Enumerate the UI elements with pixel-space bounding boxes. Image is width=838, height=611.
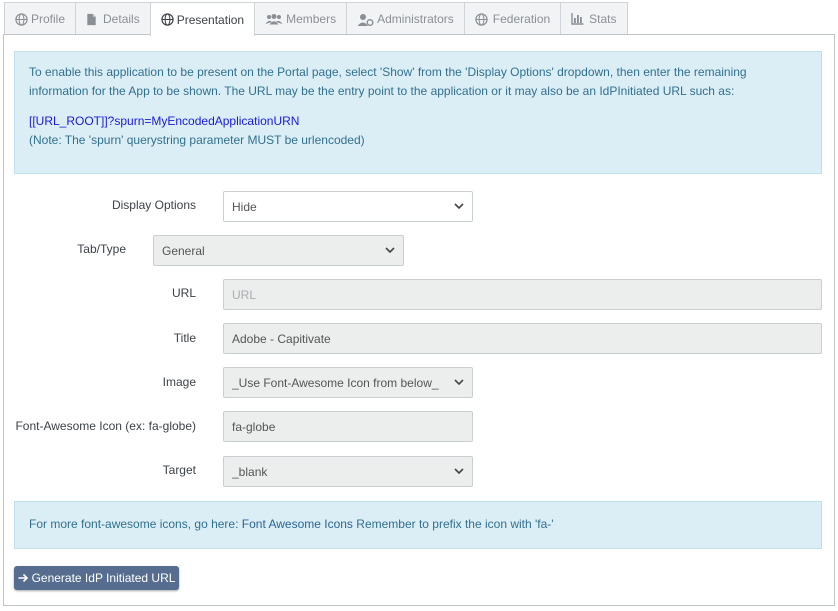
tab-label: Stats (589, 12, 617, 26)
chevron-down-icon (454, 468, 464, 475)
tab-label: Administrators (377, 12, 454, 26)
target-select[interactable]: _blank (223, 456, 473, 487)
arrow-right-icon (18, 573, 28, 583)
info-note: (Note: The 'spurn' querystring parameter… (29, 133, 365, 147)
image-value: _Use Font-Awesome Icon from below_ (232, 375, 439, 390)
display-options-label: Display Options (111, 198, 196, 212)
url-label: URL (171, 286, 196, 300)
tab-federation[interactable]: Federation (463, 2, 562, 35)
title-label: Title (173, 331, 196, 345)
generate-button-label: Generate IdP Initiated URL (31, 571, 176, 585)
globe-icon (15, 12, 28, 26)
tab-details[interactable]: Details (75, 2, 151, 35)
info-bottom-suffix: Remember to prefix the icon with 'fa-' (352, 517, 554, 531)
tab-label: Presentation (176, 12, 245, 27)
info-text: To enable this application to be present… (29, 65, 747, 98)
title-input[interactable]: Adobe - Capitivate (223, 323, 822, 354)
info-bottom-prefix: For more font-awesome icons, go here: (29, 517, 242, 531)
tab-presentation[interactable]: Presentation (149, 2, 256, 36)
fa-icon-value: fa-globe (232, 419, 276, 434)
target-value: _blank (232, 464, 268, 479)
tab-bar: Profile Details Presentation Members Adm… (4, 2, 628, 36)
users-icon (265, 14, 283, 25)
display-options-value: Hide (232, 199, 257, 214)
user-cog-icon (357, 13, 374, 26)
title-value: Adobe - Capitivate (232, 331, 331, 346)
chevron-down-icon (385, 247, 395, 254)
url-input[interactable]: URL (223, 279, 822, 310)
chevron-down-icon (454, 203, 464, 210)
image-select[interactable]: _Use Font-Awesome Icon from below_ (223, 367, 473, 398)
tab-profile[interactable]: Profile (4, 2, 77, 35)
info-box-top: To enable this application to be present… (14, 51, 822, 174)
url-example: [[URL_ROOT]]?spurn=MyEncodedApplicationU… (29, 114, 300, 128)
fa-icon-input[interactable]: fa-globe (223, 411, 473, 442)
tab-members[interactable]: Members (254, 2, 348, 35)
globe-icon (161, 13, 174, 26)
generate-idp-url-button[interactable]: Generate IdP Initiated URL (14, 566, 179, 590)
font-awesome-link[interactable]: Font Awesome Icons (242, 517, 353, 531)
fa-icon-label: Font-Awesome Icon (ex: fa-globe) (15, 419, 196, 433)
tab-administrators[interactable]: Administrators (346, 2, 465, 35)
url-placeholder: URL (232, 287, 257, 302)
image-label: Image (162, 375, 196, 389)
tab-stats[interactable]: Stats (560, 2, 628, 35)
presentation-panel: To enable this application to be present… (3, 34, 835, 606)
tab-type-label: Tab/Type (77, 242, 126, 256)
tab-type-value: General (162, 243, 205, 258)
chevron-down-icon (454, 379, 464, 386)
target-label: Target (162, 463, 196, 477)
bar-chart-icon (571, 13, 584, 25)
file-icon (87, 13, 96, 25)
globe-icon (475, 12, 488, 26)
tab-label: Details (103, 12, 140, 26)
tab-label: Members (286, 12, 337, 26)
tab-label: Profile (31, 12, 66, 26)
display-options-select[interactable]: Hide (223, 191, 473, 222)
tab-label: Federation (492, 12, 551, 26)
tab-type-select[interactable]: General (153, 235, 404, 266)
info-box-bottom: For more font-awesome icons, go here: Fo… (14, 501, 822, 549)
